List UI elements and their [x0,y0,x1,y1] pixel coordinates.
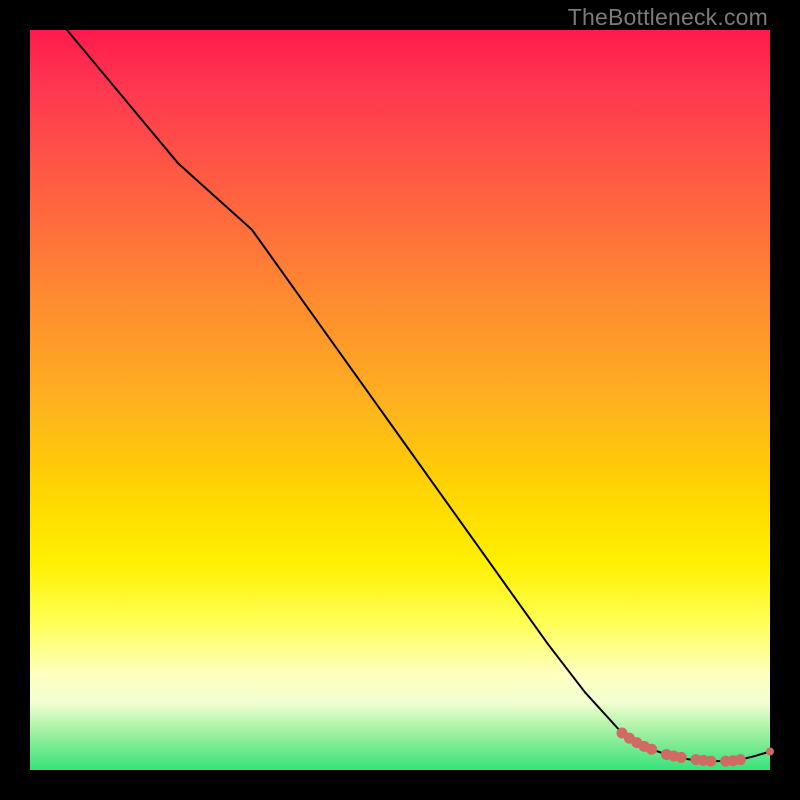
highlight-dot [735,754,746,765]
highlight-dot [646,744,657,755]
watermark-text: TheBottleneck.com [568,4,768,31]
highlight-dot [676,752,687,763]
highlight-dots [617,728,775,767]
chart-frame: TheBottleneck.com [0,0,800,800]
chart-overlay [30,30,770,770]
chart-line [67,30,770,761]
highlight-dot [766,748,774,756]
highlight-dot [705,756,716,767]
